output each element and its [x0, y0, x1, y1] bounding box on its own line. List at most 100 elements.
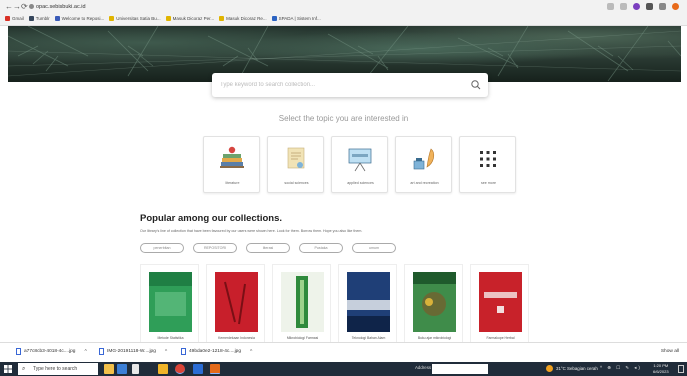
back-icon[interactable]: ← [5, 1, 13, 13]
download-filename[interactable]: IMG-20191118-W....jpg [107, 349, 156, 354]
app-icon[interactable] [210, 364, 220, 374]
bookmark-item[interactable]: Tumblr [28, 16, 50, 21]
book-cover[interactable] [479, 272, 522, 332]
profile-avatar[interactable] [672, 3, 679, 10]
topic-card-social-sciences[interactable]: social sciences [267, 136, 324, 193]
chevron-up-icon[interactable]: ^ [250, 349, 252, 355]
topic-label: literature [225, 181, 240, 185]
topic-label: see more [481, 181, 496, 185]
topic-label: applied sciences [347, 181, 374, 185]
chip-tag[interactable]: literasi [246, 243, 290, 253]
bookmark-favicon-icon [54, 16, 60, 21]
topic-card-see-more[interactable]: see more [459, 136, 516, 193]
bookmark-label[interactable]: Tumblr [36, 16, 50, 21]
bookmark-label[interactable]: Gmail [12, 16, 24, 21]
bookmark-favicon-icon [165, 16, 171, 21]
book-card[interactable]: Mikrobiologi Farmasi [272, 264, 331, 344]
chrome-icon[interactable] [175, 364, 185, 374]
bookmark-favicon-icon [219, 16, 225, 21]
bookmark-label[interactable]: SPADA | Sistem Inf... [279, 16, 321, 21]
download-filename[interactable]: 49bda0e2-1218-4c....jpg [189, 349, 241, 354]
popular-subtitle: Our library's line of collection that ha… [140, 229, 363, 233]
extension-icon[interactable] [633, 3, 640, 10]
site-info-icon[interactable] [29, 4, 34, 9]
book-card[interactable]: Kemerdekaan Indonesia [206, 264, 265, 344]
collection-search-box [212, 73, 488, 97]
bookmark-item[interactable]: Masuk Dicoraz Re... [219, 16, 267, 21]
download-item[interactable]: 49bda0e2-1218-4c....jpg ^ [181, 348, 252, 355]
bookmark-item[interactable]: Masuk Dicoraz Per... [165, 16, 215, 21]
book-card[interactable]: Metode Statistika [140, 264, 199, 344]
book-cover[interactable] [347, 272, 390, 332]
weather-sun-icon [546, 365, 553, 372]
address-bar[interactable]: opac.sebisbuki.ac.id [36, 2, 86, 12]
bookmark-favicon-icon [5, 16, 10, 21]
word-icon[interactable] [193, 364, 203, 374]
book-cover[interactable] [281, 272, 324, 332]
downloads-bar: a77c8cb3-4018-4c....jpg ^ IMG-20191118-W… [0, 342, 687, 362]
taskbar-search-box[interactable]: ⌕ Type here to search [18, 363, 98, 375]
chip-tag[interactable]: REPOSITORI [193, 243, 237, 253]
chevron-up-icon[interactable]: ^ [165, 349, 167, 355]
cortana-icon[interactable] [104, 364, 114, 374]
book-caption[interactable]: Buku ajar mikrobiologi [405, 336, 464, 340]
notification-icon[interactable] [678, 365, 684, 373]
search-icon: ⌕ [22, 366, 26, 372]
puzzle-icon[interactable] [646, 3, 653, 10]
book-card[interactable]: Farmakope Herbal [470, 264, 529, 344]
bookmark-item[interactable]: Welcome to Reposi... [54, 16, 105, 21]
book-cover[interactable] [215, 272, 258, 332]
bookmark-item[interactable]: SPADA | Sistem Inf... [271, 16, 321, 21]
topic-cards: literature social sciences applied scien… [203, 136, 516, 193]
search-input[interactable] [220, 78, 460, 92]
topic-card-literature[interactable]: literature [203, 136, 260, 193]
task-view-icon[interactable] [132, 364, 139, 374]
book-card[interactable]: Teknologi Bahan Alam [338, 264, 397, 344]
sidepanel-icon[interactable] [659, 3, 666, 10]
windows-start-icon[interactable] [4, 365, 12, 373]
bookmark-label[interactable]: Masuk Dicoraz Re... [226, 16, 267, 21]
chip-tag[interactable]: Pustaka [299, 243, 343, 253]
bookmark-label[interactable]: Welcome to Reposi... [62, 16, 105, 21]
bookmarks-bar: Gmail Tumblr Welcome to Reposi... Universit… [0, 13, 687, 24]
bookmark-item[interactable]: Gmail [5, 16, 24, 21]
system-tray-icons[interactable]: ^ ⊕ ☐ ✎ ◂) [600, 365, 642, 371]
chip-tag[interactable]: penerbitan [140, 243, 184, 253]
address-toolbar-input[interactable] [432, 364, 488, 374]
topic-card-art-and-recreation[interactable]: art and recreation [395, 136, 452, 193]
book-caption[interactable]: Metode Statistika [141, 336, 200, 340]
file-explorer-icon[interactable] [158, 364, 168, 374]
show-all-button[interactable]: Show all [661, 349, 679, 354]
chevron-up-icon[interactable]: ^ [84, 349, 86, 355]
popular-books: Metode Statistika Kemerdekaan Indonesia … [140, 264, 529, 344]
book-cover[interactable] [413, 272, 456, 332]
book-caption[interactable]: Kemerdekaan Indonesia [207, 336, 266, 340]
taskbar-clock[interactable]: 1:20 PM 6/6/2023 [653, 363, 669, 374]
bookmark-star-icon[interactable] [620, 3, 627, 10]
weather-widget[interactable]: 31°C Sebagian cerah [546, 365, 598, 372]
image-file-icon [16, 348, 21, 355]
book-cover[interactable] [149, 272, 192, 332]
download-item[interactable]: IMG-20191118-W....jpg ^ [99, 348, 167, 355]
book-caption[interactable]: Farmakope Herbal [471, 336, 530, 340]
download-item[interactable]: a77c8cb3-4018-4c....jpg ^ [16, 348, 87, 355]
chip-tag[interactable]: umum [352, 243, 396, 253]
ink-feather-icon [413, 148, 435, 170]
share-icon[interactable] [607, 3, 614, 10]
reload-icon[interactable]: ⟳ [21, 1, 28, 13]
download-filename[interactable]: a77c8cb3-4018-4c....jpg [24, 349, 75, 354]
topic-card-applied-sciences[interactable]: applied sciences [331, 136, 388, 193]
book-card[interactable]: Buku ajar mikrobiologi [404, 264, 463, 344]
book-caption[interactable]: Teknologi Bahan Alam [339, 336, 398, 340]
taskbar-search-placeholder: Type here to search [33, 366, 78, 372]
search-icon[interactable] [470, 79, 482, 91]
forward-icon[interactable]: → [13, 1, 21, 13]
book-caption[interactable]: Mikrobiologi Farmasi [273, 336, 332, 340]
bookmark-favicon-icon [28, 16, 34, 21]
bookmark-favicon-icon [109, 16, 115, 21]
bookmark-item[interactable]: Universitas Satia Bu... [109, 16, 161, 21]
bookmark-label[interactable]: Masuk Dicoraz Per... [173, 16, 215, 21]
task-view-icon[interactable] [117, 364, 127, 374]
topics-heading: Select the topic you are interested in [278, 114, 409, 123]
bookmark-label[interactable]: Universitas Satia Bu... [116, 16, 160, 21]
